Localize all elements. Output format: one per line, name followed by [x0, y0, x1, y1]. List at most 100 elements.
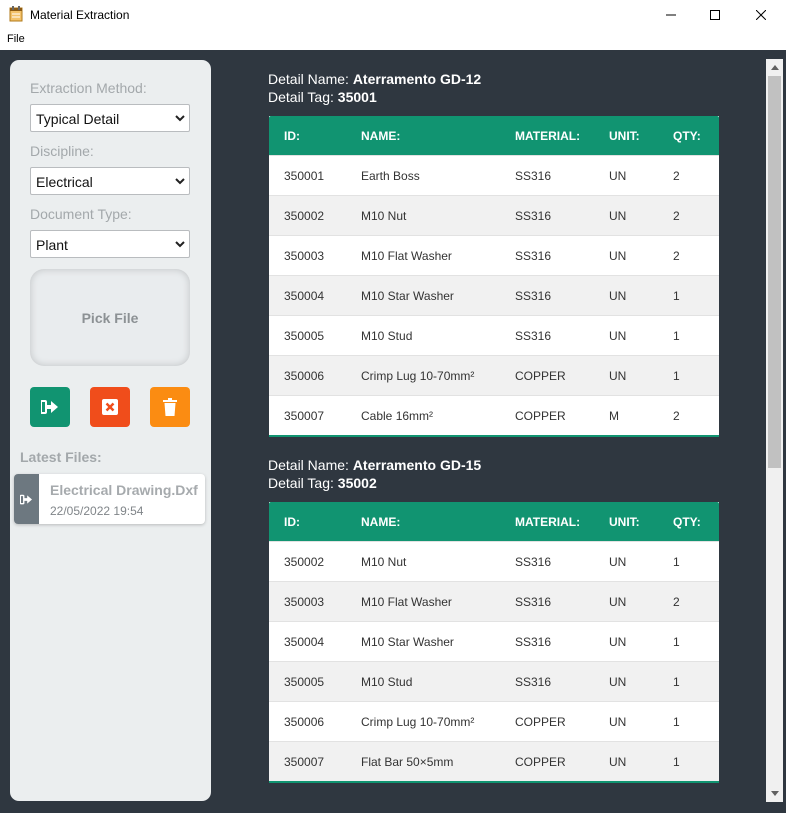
scroll-down-button[interactable]	[766, 785, 783, 802]
cell-id: 350004	[284, 289, 325, 303]
cell-material: COPPER	[515, 409, 566, 423]
cell-id: 350006	[284, 715, 325, 729]
document-type-label: Document Type:	[30, 206, 132, 222]
column-header-unit: UNIT:	[609, 515, 640, 529]
cell-name: Cable 16mm²	[361, 409, 434, 423]
latest-files-label: Latest Files:	[20, 449, 102, 465]
detail-name-label: Detail Name:	[268, 71, 349, 87]
chevron-down-icon	[175, 115, 185, 122]
cell-name: M10 Nut	[361, 209, 407, 223]
vertical-scrollbar[interactable]	[766, 59, 783, 802]
cell-qty: 2	[673, 209, 680, 223]
discipline-value: Electrical	[36, 174, 93, 190]
column-header-qty: QTY:	[673, 515, 701, 529]
cell-unit: UN	[609, 169, 627, 183]
title-bar: Material Extraction	[0, 0, 786, 30]
close-icon	[756, 10, 766, 20]
detail-table: ID: NAME: MATERIAL: UNIT: QTY: 350002 M1…	[269, 502, 719, 783]
table-row[interactable]: 350004 M10 Star Washer SS316 UN 1	[269, 275, 719, 315]
cell-id: 350007	[284, 409, 325, 423]
table-row[interactable]: 350004 M10 Star Washer SS316 UN 1	[269, 621, 719, 661]
table-row[interactable]: 350002 M10 Nut SS316 UN 2	[269, 195, 719, 235]
cell-name: M10 Flat Washer	[361, 249, 452, 263]
cell-material: COPPER	[515, 369, 566, 383]
sign-out-icon	[41, 400, 58, 414]
table-row[interactable]: 350007 Flat Bar 50×5mm COPPER UN 1	[269, 741, 719, 781]
cell-name: M10 Flat Washer	[361, 595, 452, 609]
close-button[interactable]	[738, 0, 784, 30]
cell-id: 350005	[284, 675, 325, 689]
cell-qty: 1	[673, 715, 680, 729]
table-row[interactable]: 350001 Earth Boss SS316 UN 2	[269, 155, 719, 195]
table-row[interactable]: 350003 M10 Flat Washer SS316 UN 2	[269, 235, 719, 275]
table-row[interactable]: 350002 M10 Nut SS316 UN 1	[269, 541, 719, 581]
cell-name: M10 Star Washer	[361, 289, 454, 303]
cell-material: SS316	[515, 249, 552, 263]
open-file-button[interactable]	[14, 474, 39, 524]
cell-material: SS316	[515, 329, 552, 343]
menu-bar: File	[0, 30, 786, 49]
maximize-button[interactable]	[692, 0, 738, 30]
document-type-select[interactable]: Plant	[30, 230, 190, 258]
cell-id: 350003	[284, 249, 325, 263]
scroll-thumb[interactable]	[768, 76, 781, 468]
table-header: ID: NAME: MATERIAL: UNIT: QTY:	[269, 502, 719, 541]
cell-unit: UN	[609, 555, 627, 569]
arrow-down-icon	[770, 791, 779, 796]
close-box-icon	[102, 399, 118, 415]
cell-unit: M	[609, 409, 619, 423]
detail-table: ID: NAME: MATERIAL: UNIT: QTY: 350001 Ea…	[269, 116, 719, 437]
cell-id: 350002	[284, 209, 325, 223]
table-row[interactable]: 350005 M10 Stud SS316 UN 1	[269, 315, 719, 355]
cell-qty: 1	[673, 555, 680, 569]
cell-qty: 1	[673, 289, 680, 303]
cell-name: Crimp Lug 10-70mm²	[361, 715, 475, 729]
column-header-material: MATERIAL:	[515, 515, 581, 529]
extraction-method-select[interactable]: Typical Detail	[30, 104, 190, 132]
minimize-button[interactable]	[648, 0, 694, 30]
cell-material: COPPER	[515, 715, 566, 729]
export-button[interactable]	[30, 387, 70, 427]
arrow-up-icon	[770, 65, 779, 70]
window-title: Material Extraction	[30, 8, 130, 22]
scroll-up-button[interactable]	[766, 59, 783, 76]
column-header-material: MATERIAL:	[515, 129, 581, 143]
file-name: Electrical Drawing.Dxf	[50, 482, 198, 498]
cell-id: 350006	[284, 369, 325, 383]
discipline-label: Discipline:	[30, 143, 94, 159]
detail-tag: 35001	[337, 89, 377, 105]
table-row[interactable]: 350006 Crimp Lug 10-70mm² COPPER UN 1	[269, 355, 719, 395]
cell-unit: UN	[609, 329, 627, 343]
sign-out-icon	[20, 494, 32, 504]
delete-button[interactable]	[150, 387, 190, 427]
cell-name: Flat Bar 50×5mm	[361, 755, 454, 769]
cell-material: SS316	[515, 635, 552, 649]
column-header-qty: QTY:	[673, 129, 701, 143]
cell-material: SS316	[515, 595, 552, 609]
file-date: 22/05/2022 19:54	[50, 504, 144, 518]
table-row[interactable]: 350005 M10 Stud SS316 UN 1	[269, 661, 719, 701]
detail-header: Detail Name: Aterramento GD-12 Detail Ta…	[268, 70, 481, 106]
cell-unit: UN	[609, 675, 627, 689]
cell-material: SS316	[515, 675, 552, 689]
cell-id: 350007	[284, 755, 325, 769]
cell-qty: 1	[673, 329, 680, 343]
cell-qty: 2	[673, 595, 680, 609]
cell-qty: 2	[673, 169, 680, 183]
cell-qty: 1	[673, 635, 680, 649]
latest-file-item[interactable]: Electrical Drawing.Dxf 22/05/2022 19:54	[14, 474, 205, 524]
cell-name: Crimp Lug 10-70mm²	[361, 369, 475, 383]
document-type-value: Plant	[36, 237, 68, 253]
detail-name: Aterramento GD-12	[352, 71, 482, 87]
table-row[interactable]: 350007 Cable 16mm² COPPER M 2	[269, 395, 719, 435]
column-header-name: NAME:	[361, 129, 401, 143]
cell-material: SS316	[515, 555, 552, 569]
cell-name: M10 Star Washer	[361, 635, 454, 649]
table-row[interactable]: 350003 M10 Flat Washer SS316 UN 2	[269, 581, 719, 621]
menu-item-file[interactable]: File	[7, 33, 25, 45]
table-row[interactable]: 350006 Crimp Lug 10-70mm² COPPER UN 1	[269, 701, 719, 741]
chevron-down-icon	[175, 178, 185, 185]
discipline-select[interactable]: Electrical	[30, 167, 190, 195]
pick-file-button[interactable]: Pick File	[30, 269, 190, 366]
clear-button[interactable]	[90, 387, 130, 427]
